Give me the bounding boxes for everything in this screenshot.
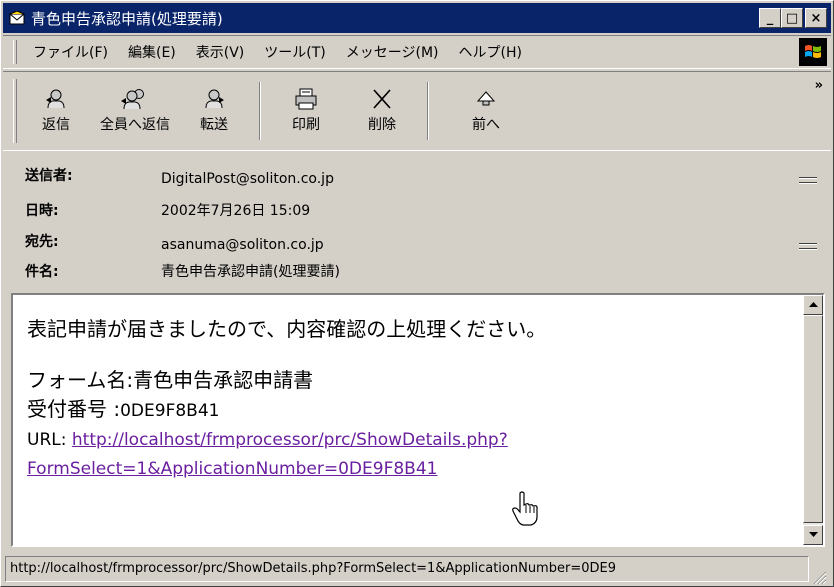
scroll-thumb[interactable]: [803, 315, 823, 523]
menu-edit[interactable]: 編集(E): [118, 42, 186, 62]
reply-button[interactable]: 返信: [25, 78, 87, 144]
to-value: asanuma@soliton.co.jp: [161, 237, 324, 253]
receipt-number-label: 受付番号 :: [27, 397, 121, 421]
menu-view[interactable]: 表示(V): [186, 42, 255, 62]
details-link-part-2: FormSelect=1&ApplicationNumber=0DE9F8B41: [27, 459, 438, 479]
header-from-row: 送信者: DigitalPost@soliton.co.jp: [25, 165, 334, 187]
receipt-number-line: 受付番号 :0DE9F8B41: [27, 395, 797, 426]
reply-all-button[interactable]: 全員へ返信: [87, 78, 183, 144]
print-label: 印刷: [292, 117, 320, 133]
body-line-1: 表記申請が届きましたので、内容確認の上処理ください。: [27, 317, 547, 341]
scroll-up-button[interactable]: [803, 295, 823, 315]
menu-file[interactable]: ファイル(F): [25, 42, 118, 62]
status-text: http://localhost/frmprocessor/prc/ShowDe…: [5, 556, 809, 582]
previous-button[interactable]: 前へ: [455, 78, 517, 144]
expand-from-icon[interactable]: [799, 171, 817, 189]
toolbar-separator: [427, 82, 429, 140]
title-bar[interactable]: 青色申告承認申請(処理要請) _ □ ×: [3, 3, 831, 33]
details-link[interactable]: http://localhost/frmprocessor/prc/ShowDe…: [27, 430, 508, 479]
maximize-button[interactable]: □: [781, 8, 803, 28]
reply-all-icon: [121, 89, 144, 110]
form-name-label: フォーム名:: [27, 368, 134, 392]
message-body[interactable]: 表記申請が届きましたので、内容確認の上処理ください。 フォーム名:青色申告承認申…: [11, 293, 825, 547]
menu-tools[interactable]: ツール(T): [254, 42, 335, 62]
header-subject-row: 件名: 青色申告承認申請(処理要請): [25, 261, 340, 281]
menu-bar: ファイル(F) 編集(E) 表示(V) ツール(T) メッセージ(M) ヘルプ(…: [3, 35, 831, 69]
form-name-value: 青色申告承認申請書: [133, 368, 314, 392]
toolbar-separator: [259, 82, 261, 140]
menu-message[interactable]: メッセージ(M): [336, 42, 449, 62]
subject-label: 件名:: [25, 264, 59, 280]
minimize-button[interactable]: _: [759, 8, 781, 28]
menubar-grip[interactable]: [13, 40, 17, 64]
subject-value: 青色申告承認申請(処理要請): [161, 264, 340, 280]
date-value: 2002年7月26日 15:09: [161, 203, 311, 219]
to-label: 宛先:: [25, 234, 59, 250]
close-button[interactable]: ×: [805, 8, 827, 28]
message-text: 表記申請が届きましたので、内容確認の上処理ください。 フォーム名:青色申告承認申…: [27, 315, 797, 484]
menu-help[interactable]: ヘルプ(H): [449, 42, 532, 62]
delete-x-icon: [373, 89, 391, 109]
forward-icon: [205, 89, 224, 109]
envelope-icon: [8, 9, 26, 27]
hand-pointer-cursor-icon: [511, 491, 541, 531]
arrow-up-icon: [808, 302, 818, 307]
receipt-number-value: 0DE9F8B41: [120, 401, 220, 421]
vertical-scrollbar[interactable]: [803, 295, 823, 545]
form-name-line: フォーム名:青色申告承認申請書: [27, 366, 797, 395]
delete-button[interactable]: 削除: [351, 78, 413, 144]
toolbar-more-chevron[interactable]: »: [815, 78, 823, 93]
reply-label: 返信: [42, 117, 70, 133]
forward-button[interactable]: 転送: [183, 78, 245, 144]
mail-window: 青色申告承認申請(処理要請) _ □ × ファイル(F) 編集(E) 表示(V)…: [0, 0, 834, 587]
printer-icon: [295, 88, 317, 110]
toolbar-grip[interactable]: [13, 79, 17, 143]
status-bar: http://localhost/frmprocessor/prc/ShowDe…: [3, 553, 831, 585]
up-arrow-icon: [476, 91, 496, 106]
expand-to-icon[interactable]: [799, 237, 817, 255]
header-to-row: 宛先: asanuma@soliton.co.jp: [25, 231, 324, 253]
arrow-down-icon: [808, 532, 818, 537]
window-title: 青色申告承認申請(処理要請): [31, 9, 223, 28]
previous-label: 前へ: [472, 117, 500, 133]
message-headers: 送信者: DigitalPost@soliton.co.jp 日時: 2002年…: [3, 153, 831, 289]
scroll-down-button[interactable]: [803, 525, 823, 545]
url-line: URL: http://localhost/frmprocessor/prc/S…: [27, 426, 797, 484]
windows-logo-icon: [799, 38, 827, 66]
toolbar: 返信 全員へ返信 転送 印刷 削除 前へ »: [3, 71, 831, 151]
from-label: 送信者:: [25, 168, 73, 184]
date-label: 日時:: [25, 203, 59, 219]
header-date-row: 日時: 2002年7月26日 15:09: [25, 200, 310, 220]
forward-label: 転送: [200, 117, 228, 133]
from-value: DigitalPost@soliton.co.jp: [161, 171, 334, 187]
delete-label: 削除: [368, 117, 396, 133]
resize-grip-icon[interactable]: [813, 571, 827, 585]
url-label: URL:: [27, 430, 67, 450]
reply-all-label: 全員へ返信: [100, 117, 170, 133]
print-button[interactable]: 印刷: [275, 78, 337, 144]
reply-icon: [46, 89, 65, 109]
details-link-part-1: http://localhost/frmprocessor/prc/ShowDe…: [71, 430, 508, 450]
